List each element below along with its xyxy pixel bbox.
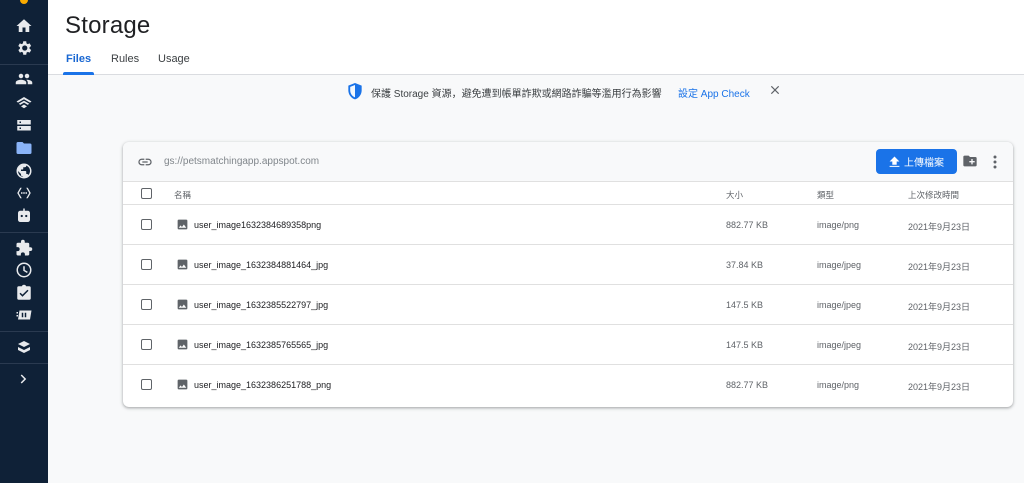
upload-file-label: 上傳檔案 — [904, 158, 944, 169]
file-size: 882.77 KB — [726, 380, 769, 390]
file-date: 2021年9月23日 — [908, 342, 971, 352]
image-file-icon — [177, 339, 188, 350]
file-date: 2021年9月23日 — [908, 262, 971, 272]
file-size: 37.84 KB — [726, 260, 764, 270]
tab-usage[interactable]: Usage — [158, 46, 190, 75]
hosting-icon[interactable] — [12, 91, 36, 115]
project-dot — [20, 0, 28, 4]
table-row[interactable]: user_image_1632385522797_jpg 147.5 KB im… — [123, 285, 1013, 325]
table-row[interactable]: user_image_1632385765565_jpg 147.5 KB im… — [123, 325, 1013, 365]
file-name[interactable]: user_image1632384689358png — [194, 220, 321, 230]
rail-divider — [0, 363, 48, 364]
file-type: image/png — [817, 380, 860, 390]
rail-divider — [0, 64, 48, 65]
ml-robot-icon[interactable] — [12, 204, 36, 228]
row-checkbox[interactable] — [141, 379, 152, 390]
file-type: image/jpeg — [817, 300, 862, 310]
home-icon[interactable] — [12, 14, 36, 38]
file-date: 2021年9月23日 — [908, 382, 971, 392]
column-header-date[interactable]: 上次修改時間 — [908, 189, 959, 201]
row-checkbox[interactable] — [141, 219, 152, 230]
more-vert-icon[interactable] — [991, 154, 999, 170]
page-title: Storage — [65, 12, 151, 39]
settings-icon[interactable] — [12, 36, 36, 60]
table-header: 名稱 大小 類型 上次修改時間 — [123, 183, 1013, 205]
image-file-icon — [177, 379, 188, 390]
image-file-icon — [177, 259, 188, 270]
image-file-icon — [177, 299, 188, 310]
extensions-icon[interactable] — [12, 236, 36, 260]
row-checkbox[interactable] — [141, 259, 152, 270]
storage-icon[interactable] — [12, 136, 36, 160]
page-header: Storage Files Rules Usage — [48, 0, 1024, 75]
banner-message: 保護 Storage 資源，避免遭到帳單詐欺或網路詐騙等濫用行為影響 — [371, 89, 662, 100]
column-header-size[interactable]: 大小 — [726, 189, 743, 201]
app-check-banner: 保護 Storage 資源，避免遭到帳單詐欺或網路詐騙等濫用行為影響 設定 Ap… — [48, 76, 1024, 106]
table-row[interactable]: user_image_1632386251788_png 882.77 KB i… — [123, 365, 1013, 405]
row-checkbox[interactable] — [141, 339, 152, 350]
test-lab-icon[interactable] — [12, 281, 36, 305]
rail-divider — [0, 232, 48, 233]
column-header-name[interactable]: 名稱 — [174, 189, 191, 201]
upload-file-button[interactable]: 上傳檔案 — [876, 149, 957, 174]
file-size: 147.5 KB — [726, 300, 764, 310]
shield-icon — [348, 83, 362, 100]
column-header-type[interactable]: 類型 — [817, 189, 834, 201]
file-name[interactable]: user_image_1632384881464_jpg — [194, 260, 328, 270]
file-type: image/jpeg — [817, 260, 862, 270]
new-folder-icon[interactable] — [962, 154, 978, 168]
file-type: image/jpeg — [817, 340, 862, 350]
image-file-icon — [177, 219, 188, 230]
row-checkbox[interactable] — [141, 299, 152, 310]
database-icon[interactable] — [12, 114, 36, 138]
files-card: gs://petsmatchingapp.appspot.com 上傳檔案 名稱… — [123, 142, 1013, 407]
bucket-path[interactable]: gs://petsmatchingapp.appspot.com — [164, 156, 319, 167]
users-icon[interactable] — [12, 67, 36, 91]
app-check-link[interactable]: 設定 App Check — [678, 85, 750, 100]
file-name[interactable]: user_image_1632386251788_png — [194, 380, 331, 390]
sidebar-rail — [0, 0, 48, 483]
file-date: 2021年9月23日 — [908, 222, 971, 232]
file-type: image/png — [817, 220, 860, 230]
file-name[interactable]: user_image_1632385522797_jpg — [194, 300, 328, 310]
tab-files[interactable]: Files — [62, 46, 95, 75]
file-date: 2021年9月23日 — [908, 302, 971, 312]
expand-chevron-icon[interactable] — [12, 367, 36, 391]
files-toolbar: gs://petsmatchingapp.appspot.com 上傳檔案 — [123, 142, 1013, 182]
link-icon[interactable] — [137, 155, 153, 169]
file-size: 882.77 KB — [726, 220, 769, 230]
rail-divider — [0, 331, 48, 332]
upload-icon — [889, 156, 900, 167]
file-size: 147.5 KB — [726, 340, 764, 350]
globe-icon[interactable] — [12, 159, 36, 183]
table-row[interactable]: user_image1632384689358png 882.77 KB ima… — [123, 205, 1013, 245]
tab-rules[interactable]: Rules — [111, 46, 139, 75]
app-distribution-icon[interactable] — [12, 303, 36, 327]
functions-icon[interactable] — [12, 181, 36, 205]
close-icon[interactable] — [768, 83, 782, 97]
file-name[interactable]: user_image_1632385765565_jpg — [194, 340, 328, 350]
select-all-checkbox[interactable] — [141, 188, 152, 199]
performance-icon[interactable] — [12, 258, 36, 282]
table-row[interactable]: user_image_1632384881464_jpg 37.84 KB im… — [123, 245, 1013, 285]
engage-icon[interactable] — [12, 335, 36, 359]
